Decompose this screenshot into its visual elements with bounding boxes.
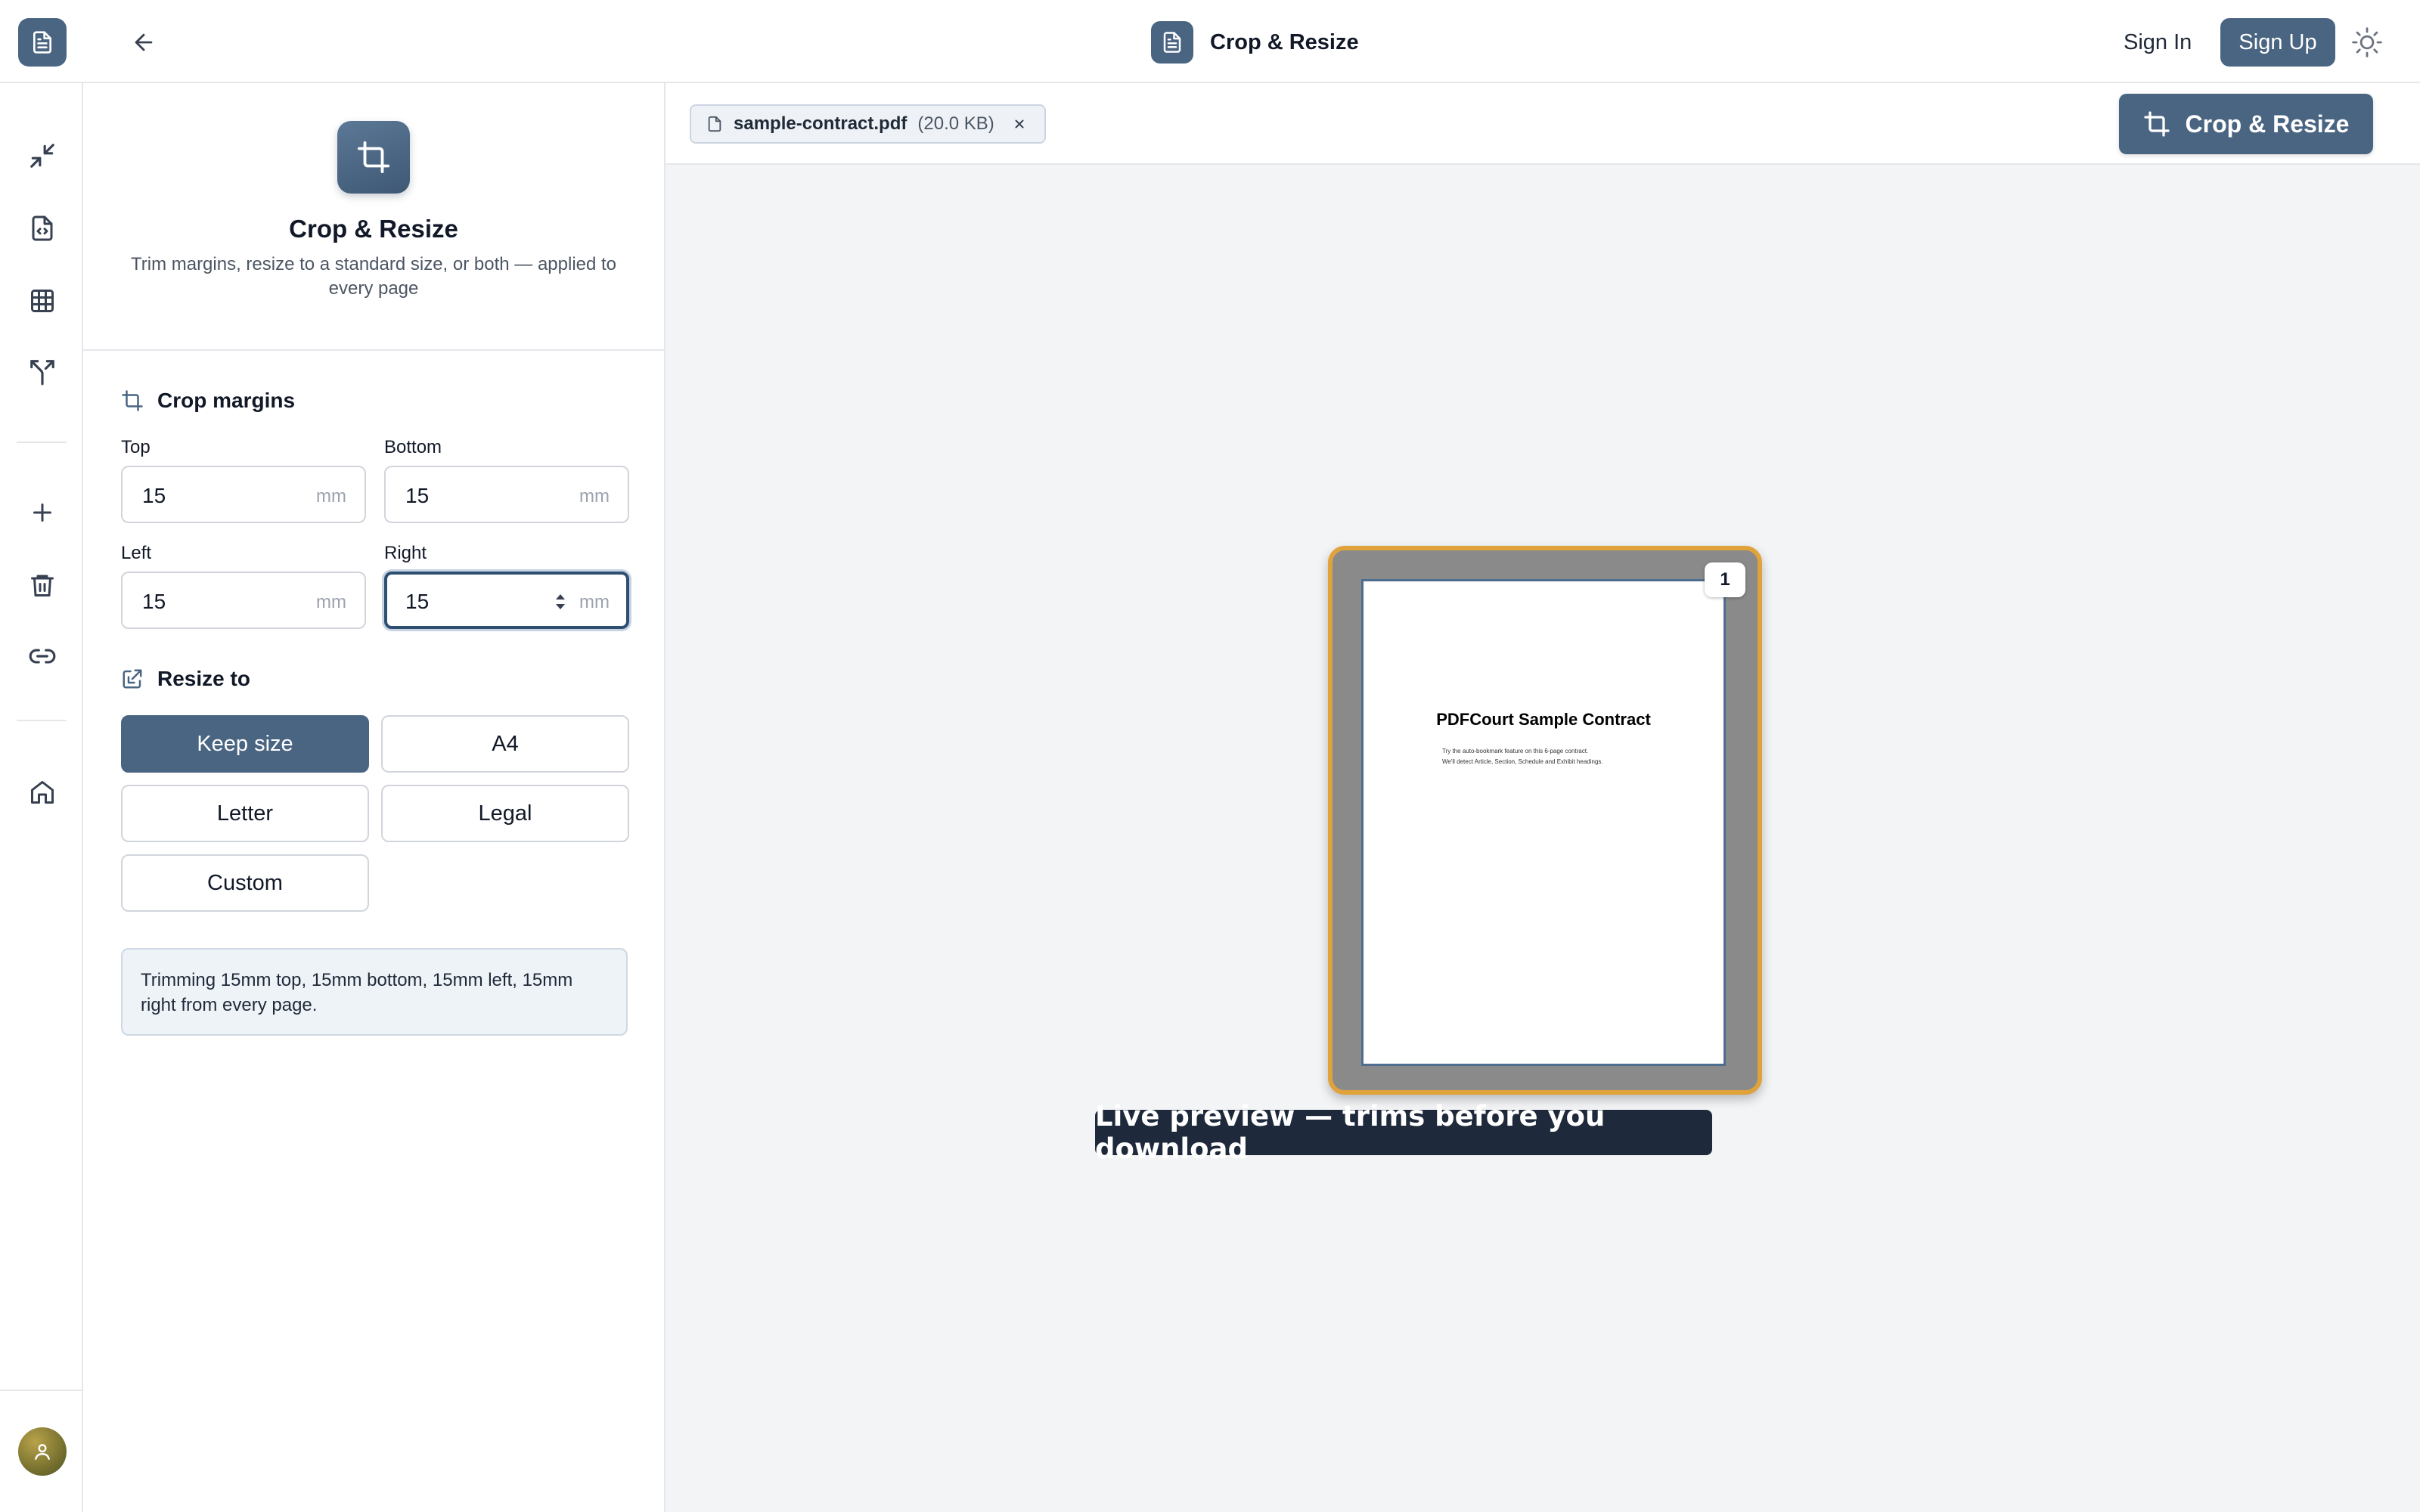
link-icon[interactable] (23, 637, 62, 676)
resize-heading: Resize to (121, 667, 250, 691)
compress-icon[interactable] (23, 136, 62, 175)
crop-icon (337, 121, 410, 194)
bottom-margin-input[interactable]: 15 mm (384, 466, 629, 523)
table-icon[interactable] (23, 281, 62, 321)
bottom-label: Bottom (384, 437, 442, 457)
left-label: Left (121, 543, 152, 563)
resize-heading-text: Resize to (157, 667, 250, 690)
rail-divider (0, 1390, 83, 1391)
file-chip: sample-contract.pdf (20.0 KB) (690, 104, 1046, 144)
crop-margins-heading: Crop margins (121, 389, 295, 413)
remove-file-close-icon[interactable] (1013, 117, 1026, 131)
tool-header: Crop & Resize Trim margins, resize to a … (83, 83, 664, 351)
right-margin-input[interactable]: 15 mm (384, 572, 629, 629)
page-text-line: We'll detect Article, Section, Schedule … (1442, 758, 1603, 765)
a4-button[interactable]: A4 (381, 715, 629, 773)
right-label: Right (384, 543, 427, 563)
sign-up-button[interactable]: Sign Up (2220, 18, 2335, 67)
plus-icon[interactable] (23, 493, 62, 532)
top-margin-input[interactable]: 15 mm (121, 466, 366, 523)
page-number-badge: 1 (1705, 562, 1745, 597)
crop-resize-button[interactable]: Crop & Resize (2119, 94, 2373, 154)
tool-description: Trim margins, resize to a standard size,… (130, 254, 617, 299)
letter-button[interactable]: Letter (121, 785, 369, 842)
crop-margins-heading-text: Crop margins (157, 389, 296, 412)
page-title: Crop & Resize (1151, 21, 1359, 64)
top-bar: Crop & Resize Sign In Sign Up (0, 0, 2420, 83)
file-code-icon[interactable] (23, 209, 62, 248)
page-text-line: Try the auto-bookmark feature on this 6-… (1442, 748, 1589, 754)
unit-label: mm (579, 486, 610, 507)
back-arrow-icon[interactable] (124, 23, 163, 62)
page-crop-area: PDFCourt Sample Contract Try the auto-bo… (1361, 579, 1726, 1066)
unit-label: mm (316, 486, 346, 507)
sun-icon[interactable] (2347, 23, 2387, 62)
custom-button[interactable]: Custom (121, 854, 369, 912)
resize-icon (121, 668, 144, 690)
split-icon[interactable] (23, 352, 62, 392)
left-margin-value: 15 (142, 590, 166, 613)
unit-label: mm (579, 592, 610, 612)
trash-icon[interactable] (23, 565, 62, 605)
app-logo-document-icon[interactable] (18, 18, 67, 67)
number-spinner-icon[interactable] (552, 588, 569, 615)
file-name: sample-contract.pdf (734, 113, 908, 134)
unit-label: mm (316, 592, 346, 612)
rail-divider (17, 720, 67, 721)
keep-size-button[interactable]: Keep size (121, 715, 369, 773)
preview-area: sample-contract.pdf (20.0 KB) Crop & Res… (666, 83, 2420, 1512)
settings-panel: Crop & Resize Trim margins, resize to a … (83, 83, 666, 1512)
top-margin-value: 15 (142, 484, 166, 507)
right-margin-value: 15 (405, 590, 430, 613)
crop-resize-button-label: Crop & Resize (2185, 110, 2350, 138)
live-preview-caption: Live preview — trims before you download (1095, 1100, 1712, 1165)
file-toolbar: sample-contract.pdf (20.0 KB) Crop & Res… (666, 83, 2420, 165)
sign-in-button[interactable]: Sign In (2110, 20, 2205, 65)
bottom-margin-value: 15 (405, 484, 430, 507)
tool-rail (0, 83, 83, 1512)
page-thumbnail[interactable]: PDFCourt Sample Contract Try the auto-bo… (1328, 546, 1762, 1095)
tool-title: Crop & Resize (289, 215, 458, 243)
user-avatar-icon[interactable] (18, 1427, 67, 1476)
crop-icon (121, 389, 144, 412)
rail-divider (17, 442, 67, 443)
file-size: (20.0 KB) (917, 113, 994, 134)
file-icon (706, 114, 723, 134)
top-label: Top (121, 437, 150, 457)
legal-button[interactable]: Legal (381, 785, 629, 842)
document-icon (1151, 21, 1193, 64)
left-margin-input[interactable]: 15 mm (121, 572, 366, 629)
page-heading: PDFCourt Sample Contract (1436, 710, 1651, 729)
trim-summary: Trimming 15mm top, 15mm bottom, 15mm lef… (121, 948, 628, 1036)
home-icon[interactable] (23, 773, 62, 812)
crop-icon (2143, 110, 2170, 138)
page-title-text: Crop & Resize (1210, 29, 1359, 54)
